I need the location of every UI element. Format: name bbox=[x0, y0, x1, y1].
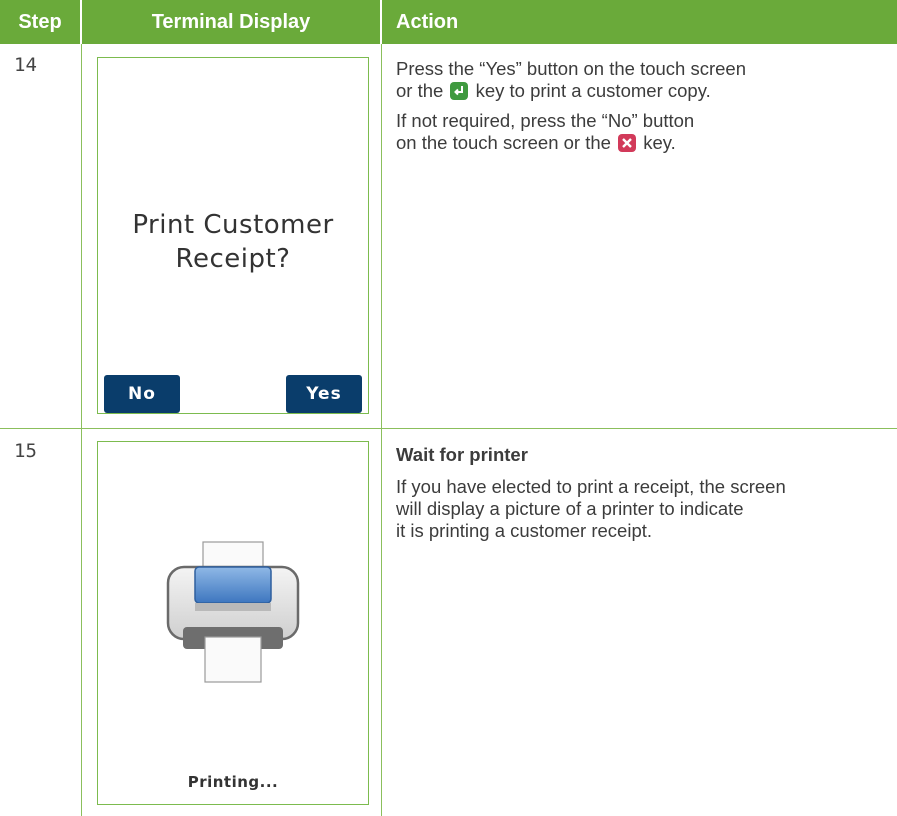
no-button[interactable]: No bbox=[104, 375, 180, 413]
terminal-screen-receipt-prompt: Print Customer Receipt? No Yes bbox=[97, 57, 369, 414]
action-fragment: on the touch screen or the bbox=[396, 132, 611, 153]
action-line: on the touch screen or the key. bbox=[396, 132, 886, 154]
action-text-step-15: Wait for printer If you have elected to … bbox=[396, 444, 886, 542]
header-action: Action bbox=[382, 0, 897, 44]
step-number: 14 bbox=[14, 54, 37, 76]
printer-icon bbox=[163, 537, 303, 687]
row-divider bbox=[0, 428, 897, 429]
action-text-step-14: Press the “Yes” button on the touch scre… bbox=[396, 58, 886, 154]
action-fragment: or the bbox=[396, 80, 444, 101]
action-line: or the key to print a customer copy. bbox=[396, 80, 886, 102]
action-line: will display a picture of a printer to i… bbox=[396, 498, 744, 519]
header-terminal-display: Terminal Display bbox=[82, 0, 380, 44]
column-divider bbox=[381, 44, 382, 816]
enter-key-icon bbox=[450, 82, 469, 100]
action-line: If not required, press the “No” button bbox=[396, 110, 695, 131]
action-line: Press the “Yes” button on the touch scre… bbox=[396, 58, 747, 79]
action-line: If you have elected to print a receipt, … bbox=[396, 476, 786, 497]
yes-button[interactable]: Yes bbox=[286, 375, 362, 413]
printing-status: Printing... bbox=[187, 773, 279, 791]
header-step: Step bbox=[0, 0, 80, 44]
terminal-screen-printing: Printing... bbox=[97, 441, 369, 805]
cancel-key-icon bbox=[618, 134, 637, 152]
prompt-line: Receipt? bbox=[175, 244, 291, 274]
action-fragment: key. bbox=[643, 132, 676, 153]
instruction-table: Step Terminal Display Action 14 Print Cu… bbox=[0, 0, 897, 816]
step-number: 15 bbox=[14, 440, 37, 462]
column-divider bbox=[81, 44, 82, 816]
action-line: it is printing a customer receipt. bbox=[396, 520, 653, 541]
action-title: Wait for printer bbox=[396, 444, 528, 465]
action-fragment: key to print a customer copy. bbox=[475, 80, 711, 101]
prompt-line: Print Customer bbox=[132, 210, 334, 240]
